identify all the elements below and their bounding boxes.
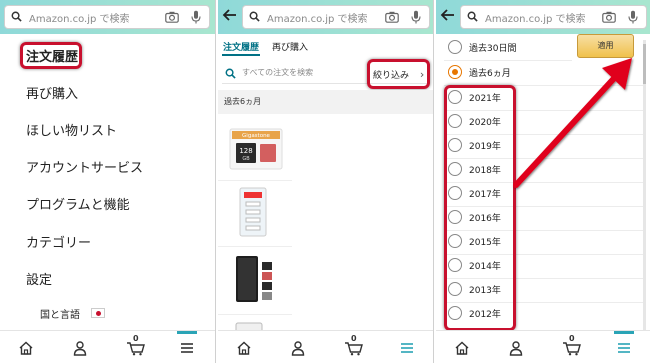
sd-brand: Gigastone xyxy=(242,133,271,139)
japan-flag-icon xyxy=(91,308,105,318)
search-icon xyxy=(249,11,260,22)
red-arrow-annotation xyxy=(513,58,632,188)
product-thumbnail-hooks[interactable] xyxy=(222,184,290,246)
search-input[interactable]: Amazon.co.jp で検索 xyxy=(242,5,430,29)
bottom-nav: 0 xyxy=(0,330,215,363)
product-thumbnail-partial[interactable] xyxy=(222,318,290,334)
panel-menu: Amazon.co.jp で検索 注文履歴 再び購入 ほしい物リスト アカウント… xyxy=(0,0,215,363)
section-label: 過去6ヵ月 xyxy=(224,97,262,106)
search-input[interactable]: Amazon.co.jp で検索 xyxy=(460,5,647,29)
phone-case-image xyxy=(236,256,272,302)
sd-unit: GB xyxy=(242,156,250,162)
radio-button-selected[interactable] xyxy=(448,65,462,79)
menu-item-buy-again[interactable]: 再び購入 xyxy=(26,83,78,102)
menu-item-categories[interactable]: カテゴリー xyxy=(26,232,91,251)
highlight-box-filter xyxy=(367,59,430,89)
back-arrow-icon[interactable] xyxy=(222,7,238,23)
tab-buy-again[interactable]: 再び購入 xyxy=(272,40,308,53)
tab-order-history[interactable]: 注文履歴 xyxy=(223,40,259,53)
orders-search-placeholder: すべての注文を検索 xyxy=(242,68,314,77)
divider xyxy=(218,246,292,247)
nav-active-indicator xyxy=(614,331,634,334)
menu-item-wishlist[interactable]: ほしい物リスト xyxy=(26,120,117,139)
section-header: 過去6ヵ月 xyxy=(218,90,433,114)
search-icon xyxy=(467,11,478,22)
account-icon[interactable] xyxy=(72,340,88,356)
sd-capacity: 128 xyxy=(239,147,252,155)
menu-item-settings[interactable]: 設定 xyxy=(26,269,52,288)
nav-active-indicator xyxy=(177,331,197,334)
top-bar: Amazon.co.jp で検索 xyxy=(436,0,650,34)
home-icon[interactable] xyxy=(236,340,252,356)
hooks-image xyxy=(239,187,267,237)
divider xyxy=(218,314,292,315)
menu-item-order-history[interactable]: 注文履歴 xyxy=(26,46,78,65)
bottom-nav: 0 xyxy=(436,330,650,363)
search-icon xyxy=(225,68,236,79)
bottom-nav: 0 xyxy=(218,330,433,363)
camera-icon[interactable] xyxy=(602,11,616,23)
microphone-icon[interactable] xyxy=(191,10,201,24)
cart-count: 0 xyxy=(351,334,357,343)
radio-label: 過去6ヵ月 xyxy=(469,69,511,79)
product-thumbnail-phone-case[interactable] xyxy=(222,252,290,314)
camera-icon[interactable] xyxy=(385,11,399,23)
top-bar: Amazon.co.jp で検索 xyxy=(0,0,215,34)
search-placeholder: Amazon.co.jp で検索 xyxy=(485,14,586,25)
tab-active-underline xyxy=(222,54,260,56)
sd-card-image: Gigastone 128 GB xyxy=(229,128,283,170)
search-icon xyxy=(11,11,22,22)
account-icon[interactable] xyxy=(290,340,306,356)
cart-count: 0 xyxy=(569,334,575,343)
panel-order-history: Amazon.co.jp で検索 注文履歴 再び購入 すべての注文を検索 絞り込… xyxy=(218,0,433,363)
search-placeholder: Amazon.co.jp で検索 xyxy=(29,14,130,25)
menu-icon[interactable] xyxy=(399,340,415,356)
panel-filter-period: Amazon.co.jp で検索 適用 過去30日間 過去6ヵ月 2021年 2… xyxy=(436,0,650,363)
microphone-icon[interactable] xyxy=(628,10,638,24)
divider xyxy=(218,180,292,181)
search-input[interactable]: Amazon.co.jp で検索 xyxy=(4,5,210,29)
home-icon[interactable] xyxy=(18,340,34,356)
menu-item-account-service[interactable]: アカウントサービス xyxy=(26,157,143,176)
back-arrow-icon[interactable] xyxy=(440,7,456,23)
cart-count: 0 xyxy=(133,334,139,343)
menu-item-programs[interactable]: プログラムと機能 xyxy=(26,194,130,213)
account-icon[interactable] xyxy=(508,340,524,356)
product-thumbnail-sd-card[interactable]: Gigastone 128 GB xyxy=(222,126,290,188)
menu-icon[interactable] xyxy=(616,340,632,356)
top-bar: Amazon.co.jp で検索 xyxy=(218,0,433,34)
radio-button[interactable] xyxy=(448,40,462,54)
camera-icon[interactable] xyxy=(165,11,179,23)
search-placeholder: Amazon.co.jp で検索 xyxy=(267,14,368,25)
microphone-icon[interactable] xyxy=(411,10,421,24)
menu-item-country-language[interactable]: 国と言語 xyxy=(40,306,80,321)
home-icon[interactable] xyxy=(454,340,470,356)
menu-icon[interactable] xyxy=(179,340,195,356)
